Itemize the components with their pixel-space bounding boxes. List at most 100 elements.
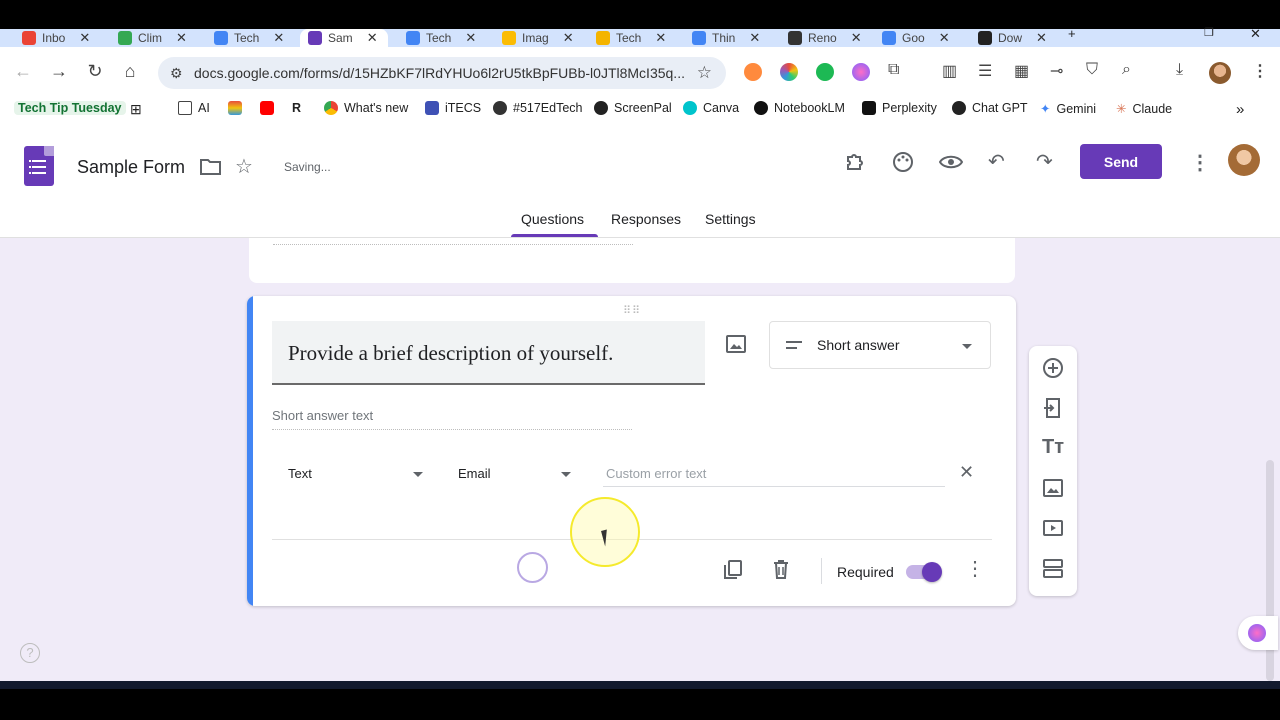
- qr-code-icon[interactable]: ▦: [1014, 61, 1029, 81]
- undo-icon[interactable]: ↶: [988, 149, 1005, 174]
- close-icon[interactable]: ✕: [273, 30, 284, 46]
- browser-menu-icon[interactable]: ⋮: [1252, 61, 1268, 81]
- tab-settings[interactable]: Settings: [705, 211, 756, 227]
- more-options-icon[interactable]: ⋮: [1190, 150, 1210, 175]
- new-tab-icon[interactable]: +: [1068, 26, 1076, 41]
- close-icon[interactable]: ✕: [176, 30, 187, 46]
- close-window-icon[interactable]: ✕: [1250, 26, 1261, 42]
- color-picker-extension-icon[interactable]: [780, 63, 798, 81]
- bookmark-perplexity[interactable]: Perplexity: [862, 101, 937, 115]
- incognito-icon[interactable]: ⛉: [1086, 61, 1098, 79]
- add-video-icon[interactable]: [1041, 516, 1065, 540]
- bookmark-517edtech[interactable]: #517EdTech: [493, 101, 583, 115]
- close-icon[interactable]: ✕: [1036, 30, 1047, 46]
- bookmark-youtube[interactable]: [260, 101, 274, 115]
- help-icon[interactable]: ?: [20, 643, 40, 663]
- add-question-icon[interactable]: [1041, 356, 1065, 380]
- restore-icon[interactable]: ❐: [1204, 26, 1214, 39]
- browser-tab[interactable]: Inbo ✕: [14, 29, 98, 47]
- duplicate-icon[interactable]: [722, 558, 744, 580]
- more-bookmarks-icon[interactable]: »: [1236, 101, 1244, 118]
- tab-responses[interactable]: Responses: [611, 211, 681, 227]
- chevron-down-icon[interactable]: [413, 472, 423, 477]
- google-forms-logo-icon[interactable]: [24, 146, 54, 186]
- validation-rule-select[interactable]: Email: [458, 466, 491, 481]
- custom-error-input[interactable]: Custom error text: [606, 466, 706, 481]
- reload-icon[interactable]: ↻: [84, 61, 106, 82]
- reading-mode-icon[interactable]: ▥: [942, 61, 957, 81]
- chevron-down-icon[interactable]: [561, 472, 571, 477]
- bookmark-screenpal[interactable]: ScreenPal: [594, 101, 672, 115]
- bookmark-whats-new[interactable]: What's new: [324, 101, 408, 115]
- add-image-icon[interactable]: [725, 334, 747, 354]
- bookmark-tech-tip-tuesday[interactable]: Tech Tip Tuesday: [14, 101, 126, 115]
- bookmark-claude[interactable]: ✳ Claude: [1116, 101, 1172, 117]
- browser-tab[interactable]: Tech ✕: [206, 29, 292, 47]
- extension-s-icon[interactable]: [816, 63, 834, 81]
- bookmark-ai[interactable]: AI: [178, 101, 210, 115]
- close-icon[interactable]: ✕: [465, 30, 476, 46]
- customize-theme-icon[interactable]: [892, 151, 914, 173]
- home-icon[interactable]: ⌂: [119, 61, 141, 82]
- browser-tab[interactable]: Imag ✕: [494, 29, 582, 47]
- bookmark-star-icon[interactable]: ☆: [697, 63, 712, 83]
- address-bar[interactable]: ⚙ docs.google.com/forms/d/15HZbKF7lRdYHU…: [158, 57, 726, 89]
- site-info-icon[interactable]: ⚙: [170, 65, 183, 82]
- extensions-puzzle-icon[interactable]: ⧉: [888, 61, 899, 79]
- question-card[interactable]: ⠿⠿ Provide a brief description of yourse…: [247, 296, 1016, 606]
- add-section-icon[interactable]: [1041, 556, 1065, 580]
- profile-avatar[interactable]: [1209, 62, 1231, 84]
- screen-search-icon[interactable]: ⌕: [1122, 61, 1131, 79]
- download-icon[interactable]: ⤓: [1176, 61, 1183, 79]
- bookmark-chat-gpt[interactable]: Chat GPT: [952, 101, 1028, 115]
- brain-extension-icon[interactable]: [852, 63, 870, 81]
- bookmark-canva[interactable]: Canva: [683, 101, 739, 115]
- close-icon[interactable]: ✕: [367, 30, 378, 46]
- bookmark-r[interactable]: R: [292, 101, 301, 115]
- bookmark-gemini[interactable]: ✦ Gemini: [1040, 101, 1096, 117]
- add-title-icon[interactable]: Tт: [1041, 436, 1065, 460]
- previous-question-card[interactable]: [249, 238, 1015, 283]
- move-to-folder-icon[interactable]: [200, 157, 221, 175]
- link-icon[interactable]: ⊸: [1050, 61, 1063, 81]
- validation-type-select[interactable]: Text: [288, 466, 312, 481]
- question-type-dropdown[interactable]: Short answer: [769, 321, 991, 369]
- import-questions-icon[interactable]: [1041, 396, 1065, 420]
- browser-tab-active[interactable]: Sam ✕: [300, 29, 388, 47]
- browser-tab[interactable]: Dow ✕: [970, 29, 1055, 47]
- close-icon[interactable]: ✕: [655, 30, 666, 46]
- brain-extension-fab[interactable]: [1238, 616, 1278, 650]
- browser-tab[interactable]: Clim ✕: [110, 29, 195, 47]
- close-icon[interactable]: ✕: [939, 30, 950, 46]
- send-button[interactable]: Send: [1080, 144, 1162, 179]
- delete-trash-icon[interactable]: [770, 558, 792, 580]
- browser-tab[interactable]: Tech ✕: [588, 29, 674, 47]
- star-icon[interactable]: ☆: [235, 154, 253, 179]
- question-title-input[interactable]: Provide a brief description of yourself.: [272, 321, 705, 385]
- browser-tab[interactable]: Reno ✕: [780, 29, 870, 47]
- back-icon[interactable]: ←: [12, 61, 34, 82]
- extension-b-icon[interactable]: [744, 63, 762, 81]
- close-icon[interactable]: ✕: [79, 30, 90, 46]
- browser-tab[interactable]: Tech ✕: [398, 29, 484, 47]
- bookmark-itecs[interactable]: iTECS: [425, 101, 481, 115]
- forward-icon[interactable]: →: [48, 61, 70, 82]
- bookmark-rainbow[interactable]: [228, 101, 242, 115]
- preview-eye-icon[interactable]: [939, 154, 963, 170]
- list-icon[interactable]: ☰: [978, 61, 992, 81]
- account-avatar[interactable]: [1228, 144, 1260, 176]
- drag-handle-icon[interactable]: ⠿⠿: [623, 304, 641, 317]
- redo-icon[interactable]: ↷: [1036, 149, 1053, 174]
- close-icon[interactable]: ✕: [851, 30, 862, 46]
- tab-questions[interactable]: Questions: [521, 211, 584, 227]
- close-icon[interactable]: ✕: [563, 30, 574, 46]
- form-title[interactable]: Sample Form: [77, 157, 185, 178]
- add-image-icon[interactable]: [1041, 476, 1065, 500]
- browser-tab[interactable]: Thin ✕: [684, 29, 768, 47]
- bookmark-notebooklm[interactable]: NotebookLM: [754, 101, 845, 115]
- remove-validation-icon[interactable]: ✕: [959, 462, 974, 483]
- question-more-icon[interactable]: ⋮: [965, 559, 985, 579]
- close-icon[interactable]: ✕: [749, 30, 760, 46]
- browser-tab[interactable]: Goo ✕: [874, 29, 958, 47]
- required-toggle[interactable]: [906, 562, 942, 582]
